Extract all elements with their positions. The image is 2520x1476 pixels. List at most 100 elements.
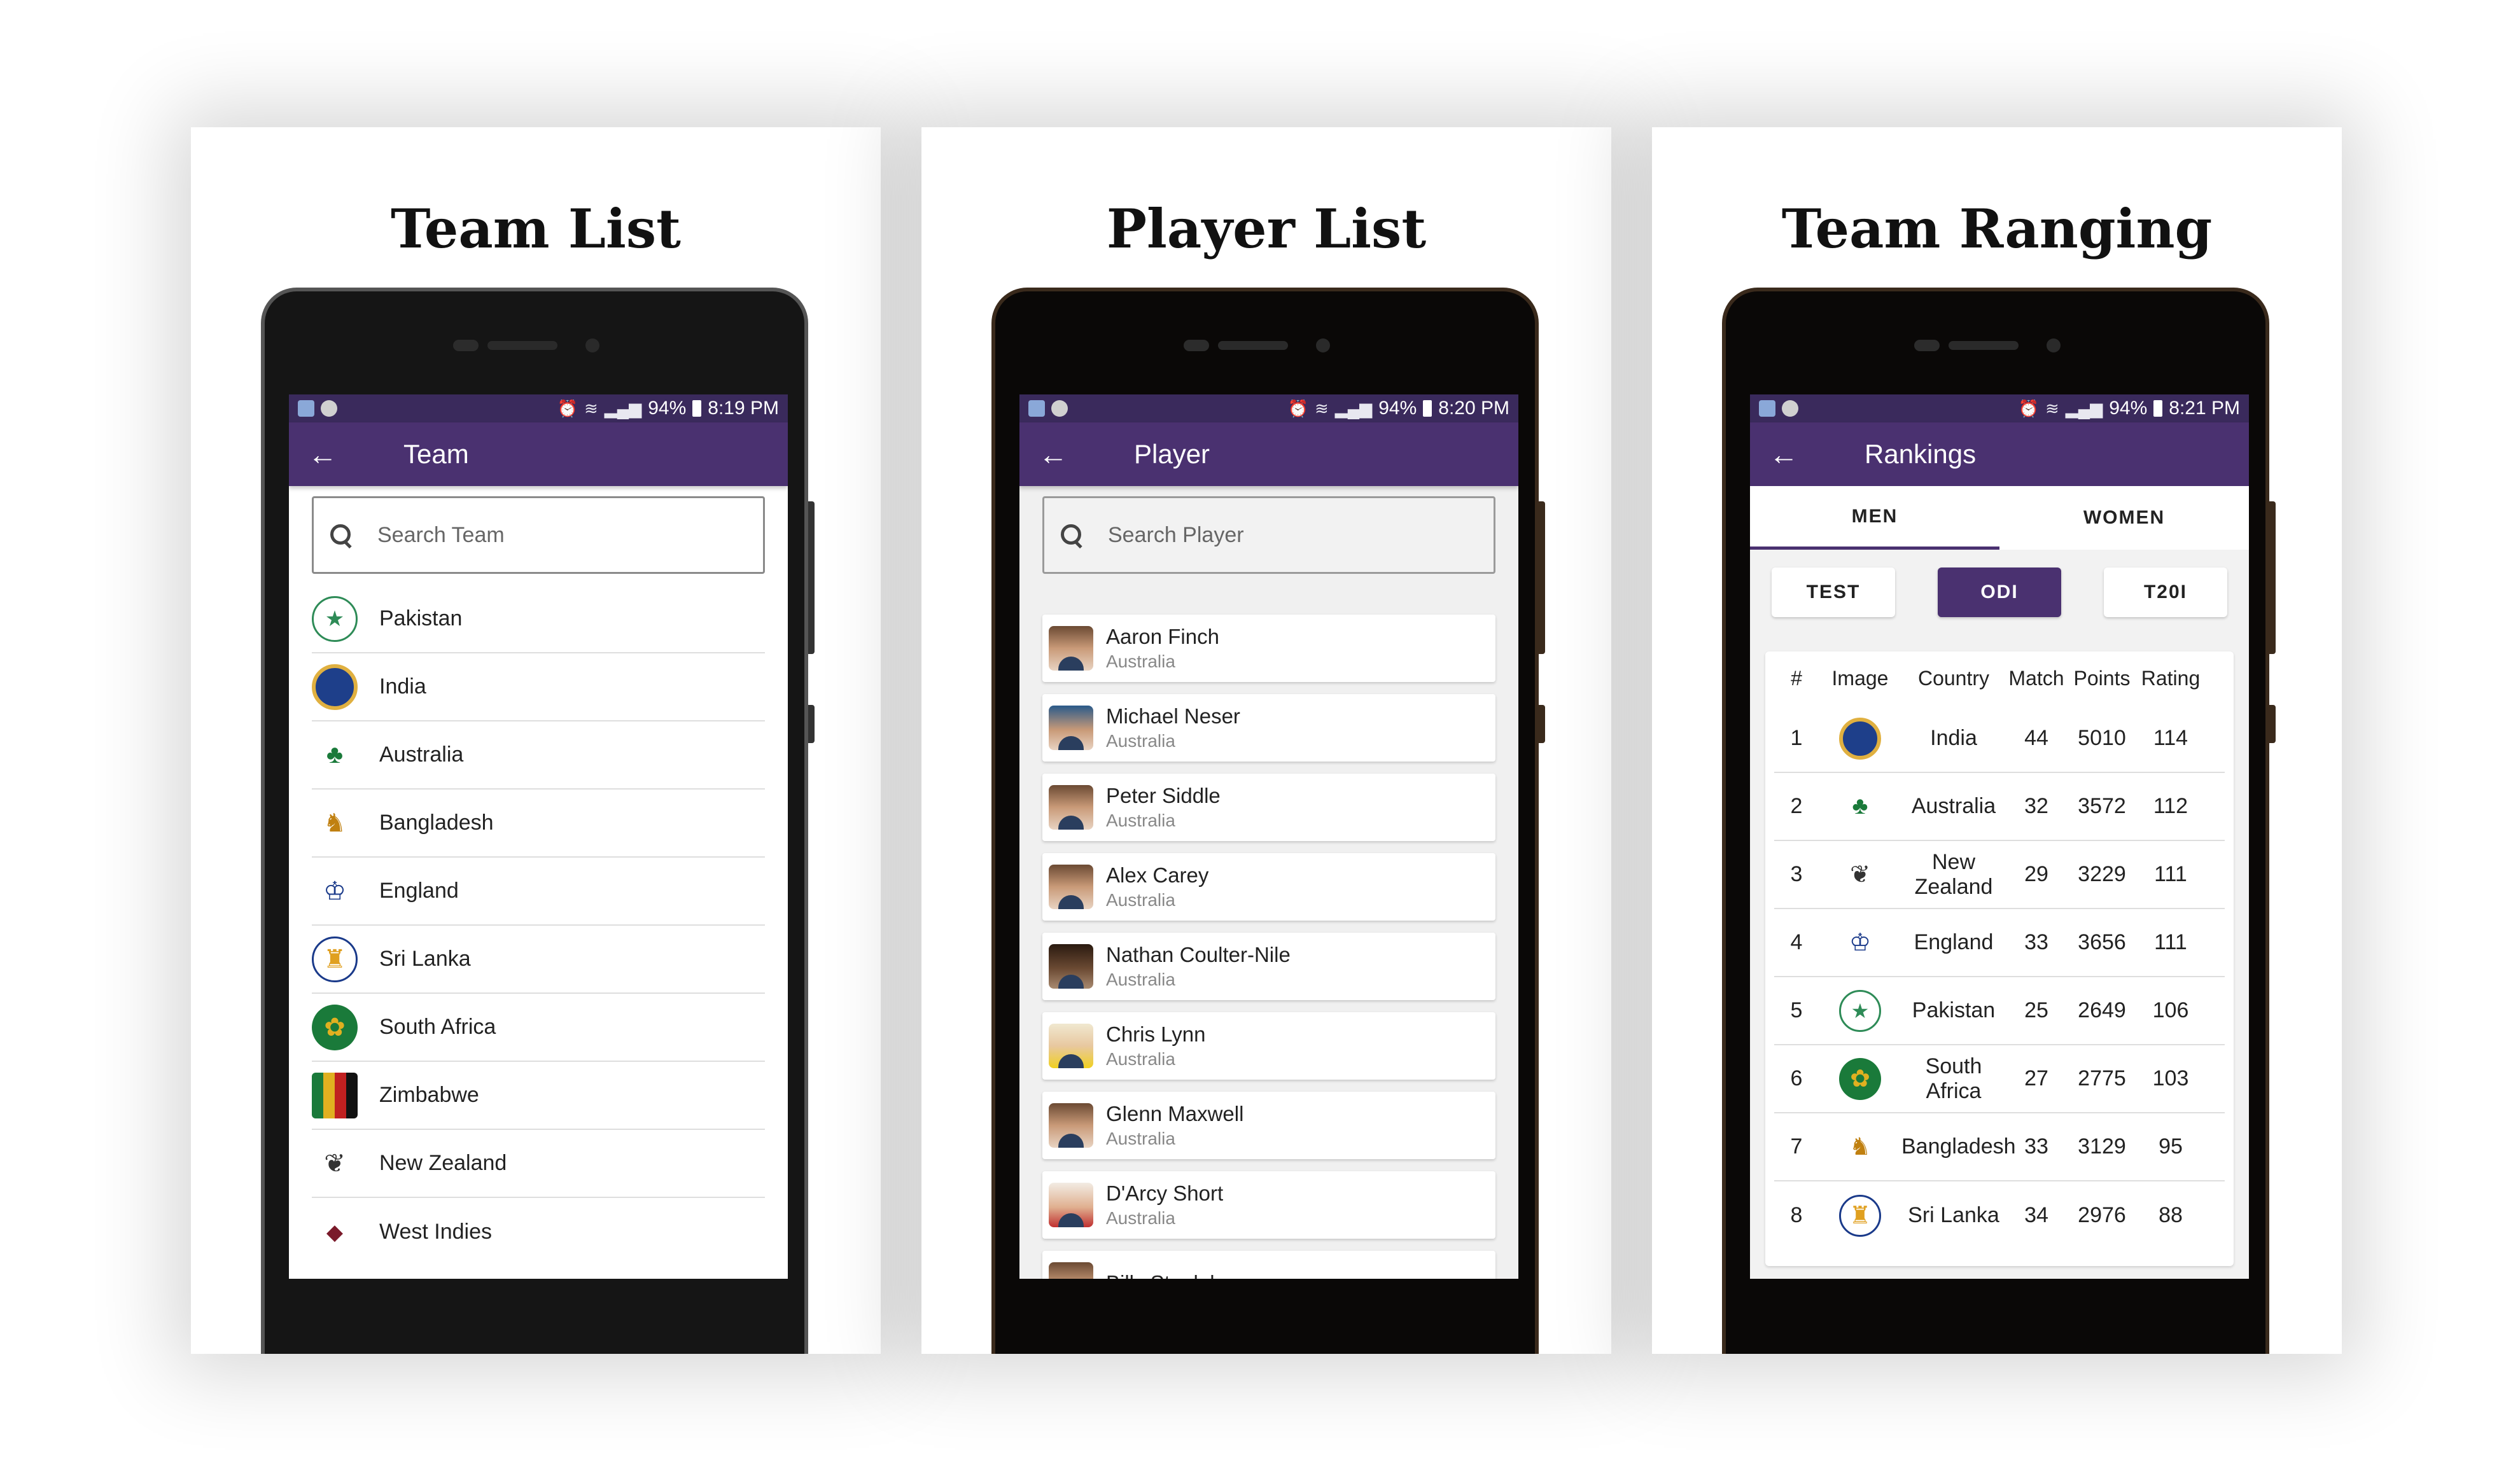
player-card[interactable]: Alex Carey Australia (1042, 853, 1495, 921)
header-image: Image (1831, 666, 1889, 690)
player-name: Peter Siddle (1106, 784, 1221, 807)
team-row-new-zealand[interactable]: ❦ New Zealand (312, 1130, 765, 1198)
player-country: Australia (1106, 890, 1175, 910)
battery-icon (692, 400, 702, 417)
player-card[interactable]: Chris Lynn Australia (1042, 1012, 1495, 1080)
west-indies-logo-icon: ◆ (326, 1220, 344, 1244)
team-row-pakistan[interactable]: ★ Pakistan (312, 585, 765, 653)
alarm-icon: ⏰ (557, 398, 578, 418)
table-row[interactable]: 6 ✿ South Africa 27 2775 103 (1774, 1045, 2225, 1113)
player-card[interactable]: Glenn Maxwell Australia (1042, 1092, 1495, 1159)
rank-points: 2775 (2078, 1066, 2126, 1090)
back-arrow-icon[interactable]: ← (1769, 437, 1807, 471)
rank-rating: 114 (2153, 726, 2188, 750)
player-card[interactable]: Peter Siddle Australia (1042, 774, 1495, 841)
rank-country: Bangladesh (1901, 1134, 2016, 1159)
header-match: Match (2008, 666, 2064, 690)
rank-points: 2976 (2078, 1203, 2126, 1227)
player-name: Nathan Coulter-Nile (1106, 943, 1291, 966)
new-zealand-fern-icon: ❦ (1850, 861, 1870, 888)
player-name: Michael Neser (1106, 704, 1240, 728)
player-card[interactable]: Aaron Finch Australia (1042, 615, 1495, 682)
speaker-grille (1949, 341, 2019, 350)
app-bar: ← Rankings (1750, 422, 2249, 486)
rank-number: 2 (1790, 794, 1803, 818)
page-title: Player (1134, 439, 1210, 469)
phone-frame: ⏰ ≋ ▂▄▆ 94% 8:19 PM ← Team ★ Pakist (261, 288, 815, 1354)
player-country: Australia (1106, 970, 1175, 989)
player-card[interactable]: D'Arcy Short Australia (1042, 1171, 1495, 1239)
team-name: India (379, 674, 426, 699)
tab-women[interactable]: WOMEN (1999, 486, 2249, 550)
player-avatar (1049, 785, 1093, 830)
rank-points: 3572 (2078, 794, 2126, 818)
team-row-sri-lanka[interactable]: ♜ Sri Lanka (312, 926, 765, 994)
team-name: New Zealand (379, 1151, 507, 1175)
app-notification-icon (1759, 400, 1775, 417)
team-list-heading: Team List (391, 197, 681, 260)
table-row[interactable]: 5 ★ Pakistan 25 2649 106 (1774, 977, 2225, 1045)
rank-country: South Africa (1925, 1054, 1982, 1103)
table-row[interactable]: 8 ♜ Sri Lanka 34 2976 88 (1774, 1181, 2225, 1250)
player-card[interactable]: Michael Neser Australia (1042, 694, 1495, 762)
status-bar: ⏰ ≋ ▂▄▆ 94% 8:20 PM (1019, 394, 1518, 422)
team-row-india[interactable]: India (312, 653, 765, 721)
notification-icon (1051, 400, 1068, 417)
player-country: Australia (1106, 651, 1175, 671)
table-row[interactable]: 2 ♣ Australia 32 3572 112 (1774, 773, 2225, 841)
search-input[interactable] (377, 522, 734, 548)
team-row-england[interactable]: ♔ England (312, 858, 765, 926)
tab-men[interactable]: MEN (1750, 486, 1999, 550)
clock: 8:21 PM (2169, 398, 2240, 419)
table-row[interactable]: 1 India 44 5010 114 (1774, 705, 2225, 773)
player-country: Australia (1106, 811, 1175, 830)
back-arrow-icon[interactable]: ← (308, 437, 346, 471)
search-box[interactable] (312, 496, 765, 574)
battery-percentage: 94% (1378, 398, 1417, 419)
table-row[interactable]: 7 ♞ Bangladesh 33 3129 95 (1774, 1113, 2225, 1181)
app-notification-icon (298, 400, 314, 417)
pakistan-logo-icon: ★ (312, 595, 358, 642)
table-row[interactable]: 4 ♔ England 33 3656 111 (1774, 909, 2225, 977)
player-avatar (1049, 1262, 1093, 1279)
page-title: Rankings (1865, 439, 1977, 469)
england-logo-icon: ♔ (1849, 929, 1872, 956)
rank-match: 25 (2024, 998, 2048, 1022)
format-odi-button[interactable]: ODI (1938, 567, 2061, 617)
bangladesh-logo-icon: ♞ (323, 809, 346, 837)
player-avatar (1049, 1183, 1093, 1227)
notification-icon (1782, 400, 1798, 417)
south-africa-logo-icon: ✿ (312, 1004, 358, 1050)
search-box[interactable] (1042, 496, 1495, 574)
new-zealand-fern-icon: ❦ (324, 1149, 346, 1178)
team-row-australia[interactable]: ♣ Australia (312, 721, 765, 790)
team-row-south-africa[interactable]: ✿ South Africa (312, 994, 765, 1062)
rank-country: Sri Lanka (1908, 1203, 1999, 1227)
rank-country: England (1914, 930, 1994, 954)
south-africa-logo-icon: ✿ (1839, 1057, 1881, 1100)
side-button (1539, 705, 1545, 743)
player-card[interactable]: Billy Stanlake (1042, 1251, 1495, 1279)
team-name: Bangladesh (379, 811, 494, 835)
sensor-icon (585, 338, 599, 352)
table-row[interactable]: 3 ❦ New Zealand 29 3229 111 (1774, 841, 2225, 909)
sensor-icon (1316, 338, 1330, 352)
player-card[interactable]: Nathan Coulter-Nile Australia (1042, 933, 1495, 1000)
signal-icon: ▂▄▆ (1334, 398, 1373, 418)
team-row-west-indies[interactable]: ◆ West Indies (312, 1198, 765, 1266)
header-rating: Rating (2141, 666, 2201, 690)
back-arrow-icon[interactable]: ← (1039, 437, 1077, 471)
india-logo-icon (312, 664, 358, 710)
team-name: Zimbabwe (379, 1083, 479, 1107)
rank-rating: 112 (2153, 794, 2188, 818)
format-test-button[interactable]: TEST (1772, 567, 1895, 617)
format-t20i-button[interactable]: T20I (2104, 567, 2227, 617)
team-row-zimbabwe[interactable]: Zimbabwe (312, 1062, 765, 1130)
team-row-bangladesh[interactable]: ♞ Bangladesh (312, 790, 765, 858)
notification-icon (321, 400, 337, 417)
team-name: Australia (379, 742, 464, 767)
player-name: Alex Carey (1106, 863, 1209, 887)
rank-number: 7 (1790, 1134, 1803, 1159)
page-title: Team (403, 439, 469, 469)
search-input[interactable] (1108, 522, 1464, 548)
